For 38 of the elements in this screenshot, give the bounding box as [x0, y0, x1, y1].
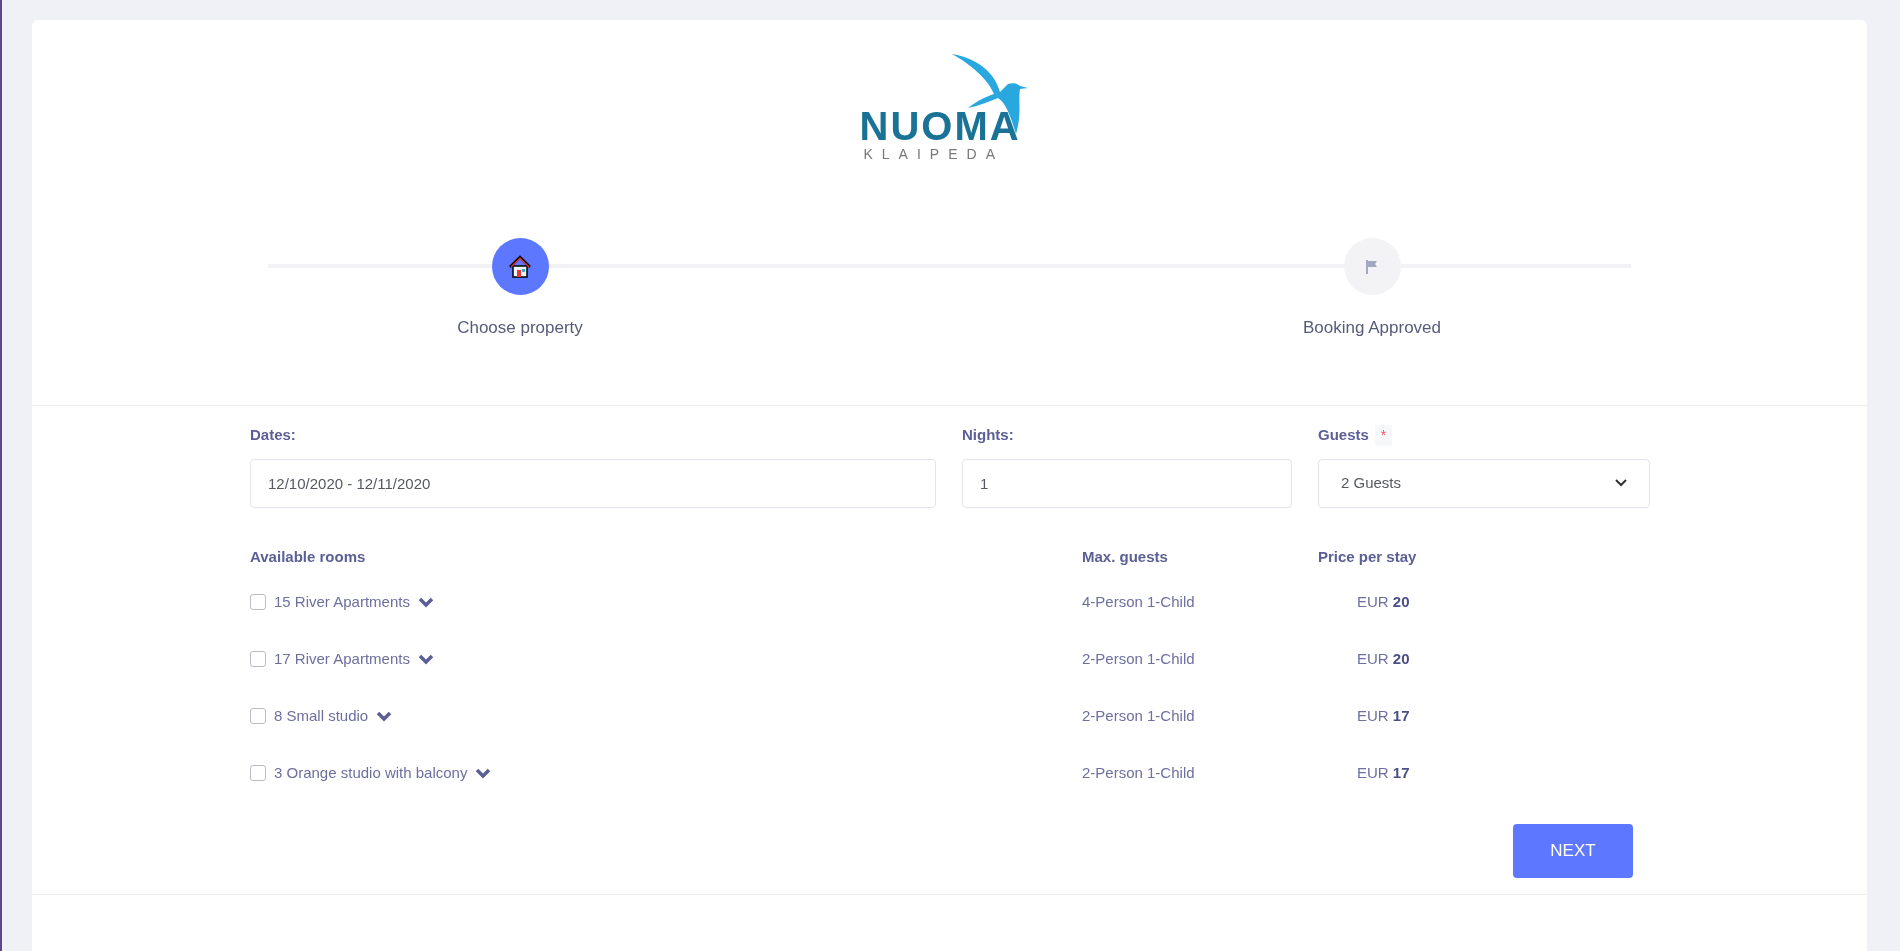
chevron-down-icon[interactable]: [417, 653, 434, 665]
checkbox[interactable]: [250, 708, 266, 724]
price: EUR 17: [1357, 762, 1410, 783]
checkbox[interactable]: [250, 765, 266, 781]
guests-label: Guests: [1318, 425, 1369, 445]
max-guests: 2-Person 1-Child: [1082, 705, 1195, 726]
room-name: 3 Orange studio with balcony: [274, 762, 468, 783]
column-header: Max. guests: [1082, 546, 1169, 567]
chevron-down-icon[interactable]: [376, 710, 393, 722]
column-header: Available rooms: [250, 546, 367, 567]
price: EUR 20: [1357, 648, 1410, 669]
flag-icon: [1365, 258, 1379, 275]
column-header: Price per stay: [1318, 546, 1418, 567]
nights-label: Nights:: [962, 425, 1015, 445]
step-label: Choose property: [457, 317, 583, 339]
step-label: Booking Approved: [1303, 317, 1441, 339]
logo-subtitle: KLAIPEDA: [863, 147, 1004, 161]
dates-field[interactable]: 12/10/2020 - 12/11/2020: [250, 458, 936, 508]
room-name: 15 River Apartments: [274, 591, 410, 612]
chevron-down-icon: [1615, 479, 1627, 487]
house-icon: [507, 253, 533, 280]
room-name: 8 Small studio: [274, 705, 369, 726]
checkbox[interactable]: [250, 594, 266, 610]
price: EUR 17: [1357, 705, 1410, 726]
chevron-down-icon[interactable]: [417, 596, 434, 608]
next-button[interactable]: NEXT: [1513, 823, 1633, 878]
chevron-down-icon[interactable]: [475, 767, 492, 779]
guests-select[interactable]: 2 Guests: [1318, 458, 1650, 508]
max-guests: 2-Person 1-Child: [1082, 648, 1195, 669]
max-guests: 4-Person 1-Child: [1082, 591, 1195, 612]
max-guests: 2-Person 1-Child: [1082, 762, 1195, 783]
dates-label: Dates:: [250, 425, 297, 445]
checkbox[interactable]: [250, 651, 266, 667]
nights-field[interactable]: 1: [962, 458, 1292, 508]
required-mark: *: [1374, 424, 1393, 446]
logo-name: NUOMA: [859, 106, 1021, 146]
room-name: 17 River Apartments: [274, 648, 410, 669]
price: EUR 20: [1357, 591, 1410, 612]
